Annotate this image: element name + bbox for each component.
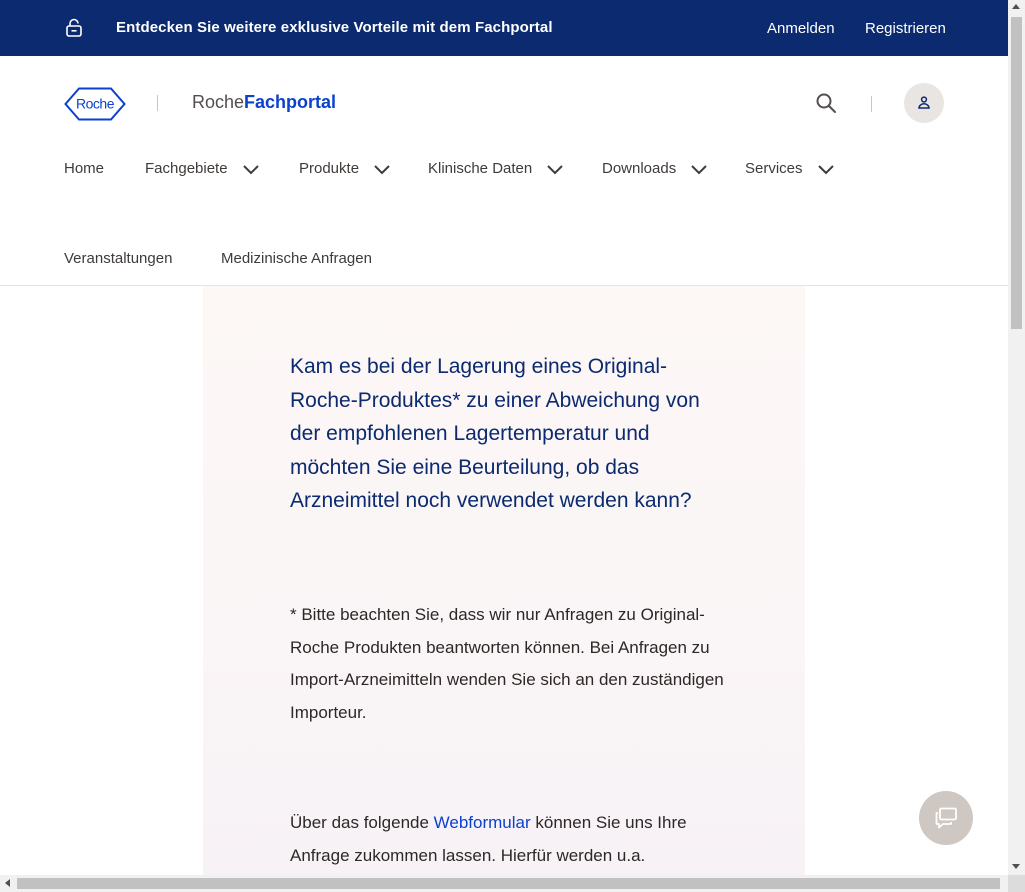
form-text-before: Über das folgende [290, 813, 434, 832]
nav-item-veranstaltungen[interactable]: Veranstaltungen [64, 250, 172, 267]
roche-logo[interactable]: Roche [64, 87, 126, 121]
nav-item-home[interactable]: Home [64, 160, 104, 177]
scroll-up-icon[interactable] [1012, 4, 1020, 9]
nav-item-medizinische-anfragen[interactable]: Medizinische Anfragen [221, 250, 372, 267]
promo-banner: Entdecken Sie weitere exklusive Vorteile… [0, 0, 1008, 56]
scrollbar-thumb[interactable] [17, 878, 1000, 889]
chat-icon [935, 807, 957, 829]
vertical-scrollbar[interactable] [1008, 0, 1025, 875]
search-icon[interactable] [815, 92, 837, 114]
nav-item-label: Klinische Daten [428, 160, 533, 177]
nav-item-label: Home [64, 160, 105, 177]
divider [157, 95, 158, 111]
chevron-down-icon [374, 165, 390, 175]
portal-name-part2: Fachportal [244, 92, 337, 112]
nav-item-label: Downloads [602, 160, 677, 177]
unlock-icon [66, 18, 82, 37]
logo-text: Roche [76, 96, 115, 112]
question-heading: Kam es bei der Lagerung eines Original-R… [290, 355, 700, 512]
scroll-down-icon[interactable] [1012, 864, 1020, 869]
portal-name[interactable]: RocheFachportal [192, 92, 336, 113]
scrollbar-thumb[interactable] [1011, 17, 1022, 329]
user-icon [918, 96, 930, 109]
register-link[interactable]: Registrieren [865, 20, 946, 37]
nav-item-klinische-daten[interactable]: Klinische Daten [428, 160, 564, 177]
nav-item-fachgebiete[interactable]: Fachgebiete [145, 160, 260, 177]
form-instructions: Über das folgende Webformular können Sie… [290, 807, 730, 872]
promo-text: Entdecken Sie weitere exklusive Vorteile… [116, 19, 553, 36]
portal-name-part1: Roche [192, 92, 245, 112]
nav-item-label: Produkte [299, 160, 360, 177]
chevron-down-icon [817, 165, 834, 175]
chevron-down-icon [547, 165, 564, 175]
horizontal-scrollbar[interactable] [0, 875, 1008, 892]
login-link[interactable]: Anmelden [767, 20, 835, 37]
nav-item-produkte[interactable]: Produkte [299, 160, 391, 177]
nav-item-label: Veranstaltungen [64, 250, 173, 267]
import-note: * Bitte beachten Sie, dass wir nur Anfra… [290, 605, 724, 722]
nav-item-label: Services [745, 160, 803, 177]
nav-item-services[interactable]: Services [745, 160, 835, 177]
divider [871, 96, 872, 112]
nav-item-downloads[interactable]: Downloads [602, 160, 708, 177]
chevron-down-icon [243, 165, 259, 175]
chevron-down-icon [691, 165, 708, 175]
webform-link[interactable]: Webformular [434, 813, 531, 832]
user-account-button[interactable] [904, 83, 944, 123]
nav-item-label: Fachgebiete [145, 160, 228, 177]
nav-item-label: Medizinische Anfragen [221, 250, 372, 267]
chat-button[interactable] [919, 791, 973, 845]
scrollbar-corner [1008, 875, 1025, 892]
site-header: Roche RocheFachportal Home Fachgebiete P… [0, 56, 1008, 286]
scroll-left-icon[interactable] [5, 879, 10, 887]
